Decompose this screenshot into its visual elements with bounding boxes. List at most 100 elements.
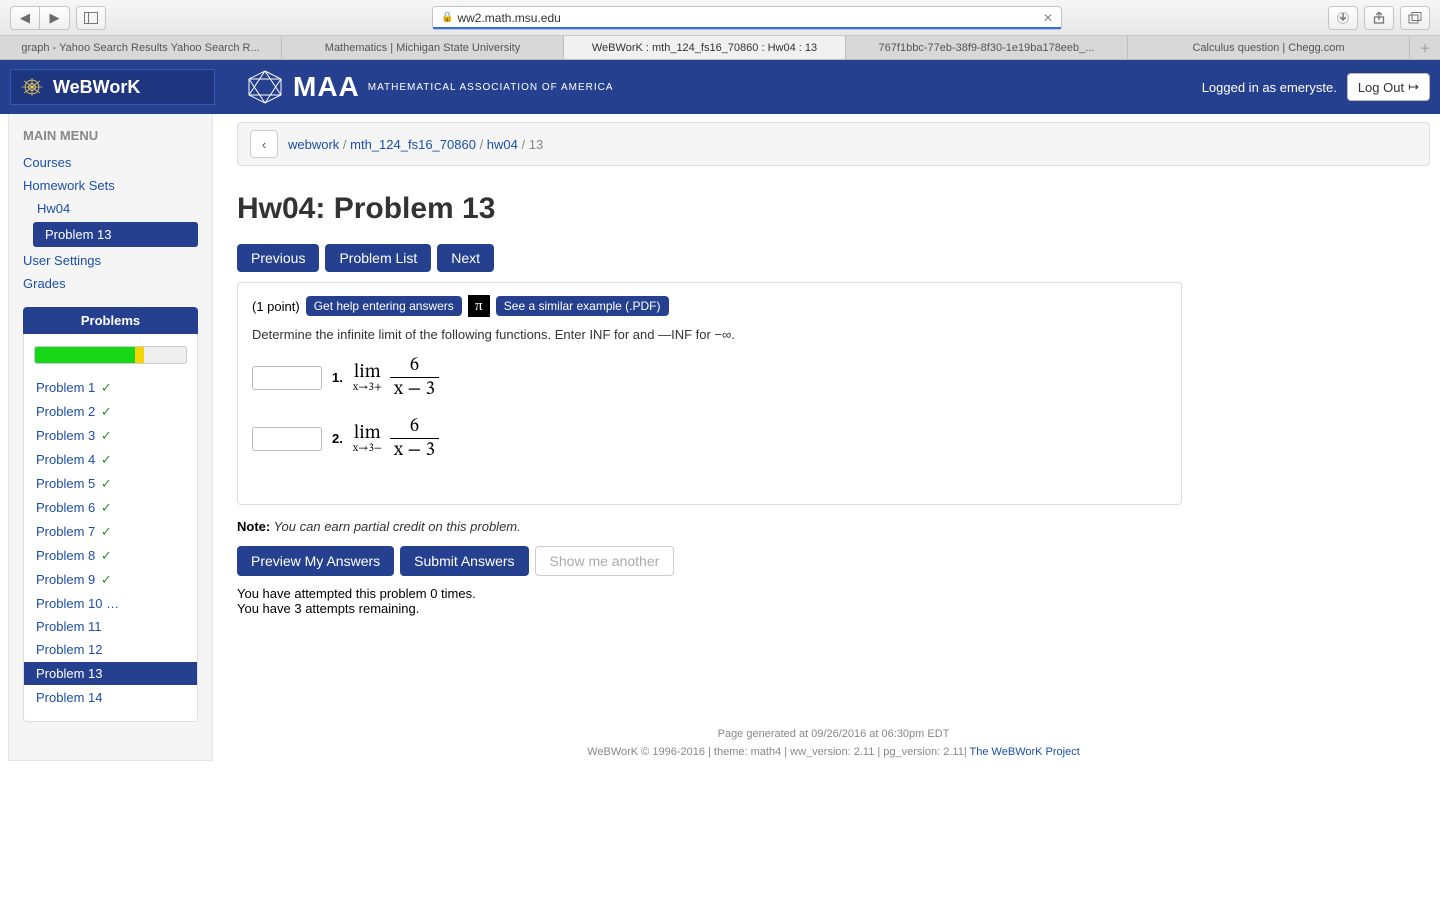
- org-full: MATHEMATICAL ASSOCIATION OF AMERICA: [368, 82, 614, 93]
- share-button[interactable]: [1364, 6, 1394, 30]
- q2-number: 2.: [332, 431, 343, 446]
- problem-link[interactable]: Problem 13: [24, 662, 197, 685]
- breadcrumb: webwork / mth_124_fs16_70860 / hw04 / 13: [288, 137, 543, 152]
- sidebar-selected-problem[interactable]: Problem 13: [33, 222, 198, 247]
- problem-link[interactable]: Problem 6 ✓: [34, 496, 187, 520]
- math-limit-2: limx→3− 6x − 3: [353, 417, 439, 460]
- logout-icon: ↦: [1408, 79, 1419, 95]
- attempts-line-1: You have attempted this problem 0 times.: [237, 586, 1430, 601]
- check-icon: ✓: [97, 476, 112, 491]
- submit-button[interactable]: Submit Answers: [400, 546, 528, 576]
- footer-project-link[interactable]: The WeBWorK Project: [970, 746, 1080, 758]
- check-icon: ✓: [97, 452, 112, 467]
- icosahedron-icon: [245, 69, 285, 105]
- logged-in-text: Logged in as emeryste.: [1202, 80, 1337, 95]
- problem-link[interactable]: Problem 2 ✓: [34, 400, 187, 424]
- forward-button[interactable]: ▶: [40, 6, 70, 30]
- breadcrumb-link[interactable]: mth_124_fs16_70860: [350, 137, 476, 152]
- logout-button[interactable]: Log Out ↦: [1347, 73, 1430, 101]
- sidebar-link-grades[interactable]: Grades: [9, 272, 212, 295]
- browser-tab[interactable]: Calculus question | Chegg.com: [1128, 36, 1410, 59]
- sidebar: MAIN MENU Courses Homework Sets Hw04 Pro…: [8, 114, 213, 761]
- problem-link[interactable]: Problem 14: [34, 686, 187, 709]
- help-button[interactable]: Get help entering answers: [306, 296, 462, 316]
- math-limit-1: limx→3+ 6x − 3: [353, 356, 439, 399]
- problem-link[interactable]: Problem 4 ✓: [34, 448, 187, 472]
- problem-link[interactable]: Problem 10 …: [34, 592, 187, 615]
- note: Note: You can earn partial credit on thi…: [237, 519, 1430, 534]
- check-icon: ✓: [97, 500, 112, 515]
- app-header: WeBWorK MAA MATHEMATICAL ASSOCIATION OF …: [0, 60, 1440, 114]
- check-icon: ✓: [97, 548, 112, 563]
- points-label: (1 point): [252, 299, 300, 314]
- browser-tab[interactable]: 767f1bbc-77eb-38f9-8f30-1e19ba178eeb_...: [846, 36, 1128, 59]
- load-progress: [433, 27, 1061, 29]
- browser-tab[interactable]: graph - Yahoo Search Results Yahoo Searc…: [0, 36, 282, 59]
- problem-list-button[interactable]: Problem List: [325, 244, 431, 272]
- footer-meta: WeBWorK © 1996-2016 | theme: math4 | ww_…: [587, 746, 969, 758]
- stop-reload-icon[interactable]: ✕: [1043, 11, 1053, 25]
- download-icon: [1337, 12, 1349, 24]
- question-1: 1. limx→3+ 6x − 3: [252, 356, 1167, 399]
- tabs-icon: [1408, 12, 1422, 24]
- back-button[interactable]: ◀: [10, 6, 40, 30]
- share-icon: [1373, 12, 1385, 24]
- problem-link[interactable]: Problem 8 ✓: [34, 544, 187, 568]
- new-tab-button[interactable]: ＋: [1410, 36, 1440, 59]
- browser-tab[interactable]: WeBWorK : mth_124_fs16_70860 : Hw04 : 13: [564, 36, 846, 59]
- sidebar-link-user-settings[interactable]: User Settings: [9, 249, 212, 272]
- preview-button[interactable]: Preview My Answers: [237, 546, 394, 576]
- problem-link[interactable]: Problem 11: [34, 615, 187, 638]
- breadcrumb-back-button[interactable]: ‹: [250, 130, 278, 158]
- browser-tab[interactable]: Mathematics | Michigan State University: [282, 36, 564, 59]
- tabs-button[interactable]: [1400, 6, 1430, 30]
- attempts-line-2: You have 3 attempts remaining.: [237, 601, 1430, 616]
- logout-label: Log Out: [1358, 80, 1404, 95]
- note-label: Note:: [237, 519, 270, 534]
- problem-link[interactable]: Problem 7 ✓: [34, 520, 187, 544]
- breadcrumb-bar: ‹ webwork / mth_124_fs16_70860 / hw04 / …: [237, 122, 1430, 166]
- url-host: ww2.math.msu.edu: [457, 11, 560, 25]
- problems-progress: [34, 346, 187, 364]
- show-another-button: Show me another: [535, 546, 675, 576]
- url-bar[interactable]: 🔒 ww2.math.msu.edu ✕: [432, 6, 1062, 30]
- spiderweb-icon: [19, 76, 45, 98]
- problems-panel: Problem 1 ✓Problem 2 ✓Problem 3 ✓Problem…: [23, 334, 198, 722]
- problem-link[interactable]: Problem 12: [34, 638, 187, 661]
- instructions: Determine the infinite limit of the foll…: [252, 327, 1167, 342]
- problem-link[interactable]: Problem 9 ✓: [34, 568, 187, 592]
- problems-panel-header: Problems: [23, 307, 198, 334]
- problem-link[interactable]: Problem 1 ✓: [34, 376, 187, 400]
- content: ‹ webwork / mth_124_fs16_70860 / hw04 / …: [213, 114, 1440, 761]
- lock-icon: 🔒: [441, 12, 453, 23]
- breadcrumb-link[interactable]: hw04: [487, 137, 518, 152]
- browser-tabs: graph - Yahoo Search Results Yahoo Searc…: [0, 36, 1440, 60]
- check-icon: ✓: [97, 524, 112, 539]
- downloads-button[interactable]: [1328, 6, 1358, 30]
- sidebar-link-courses[interactable]: Courses: [9, 151, 212, 174]
- check-icon: ✓: [97, 572, 112, 587]
- breadcrumb-link[interactable]: webwork: [288, 137, 339, 152]
- check-icon: ✓: [97, 380, 112, 395]
- sidebar-title: MAIN MENU: [9, 124, 212, 151]
- answer-input-1[interactable]: [252, 366, 322, 390]
- footer: Page generated at 09/26/2016 at 06:30pm …: [237, 726, 1430, 761]
- org-abbr: MAA: [293, 71, 360, 103]
- similar-example-button[interactable]: See a similar example (.PDF): [496, 296, 669, 316]
- sidebar-toggle-button[interactable]: [76, 6, 106, 30]
- sidebar-link-hwsets[interactable]: Homework Sets: [9, 174, 212, 197]
- brand-text: WeBWorK: [53, 77, 140, 98]
- problem-box: (1 point) Get help entering answers π Se…: [237, 282, 1182, 505]
- answer-input-2[interactable]: [252, 427, 322, 451]
- sidebar-link-hw04[interactable]: Hw04: [9, 197, 212, 220]
- note-text: You can earn partial credit on this prob…: [270, 519, 521, 534]
- prev-button[interactable]: Previous: [237, 244, 319, 272]
- next-button[interactable]: Next: [437, 244, 494, 272]
- problem-link[interactable]: Problem 3 ✓: [34, 424, 187, 448]
- footer-timestamp: Page generated at 09/26/2016 at 06:30pm …: [237, 726, 1430, 744]
- brand-box[interactable]: WeBWorK: [10, 69, 215, 105]
- browser-toolbar: ◀ ▶ 🔒 ww2.math.msu.edu ✕: [0, 0, 1440, 36]
- problem-link[interactable]: Problem 5 ✓: [34, 472, 187, 496]
- page-title: Hw04: Problem 13: [237, 192, 1430, 226]
- pi-icon[interactable]: π: [468, 295, 490, 317]
